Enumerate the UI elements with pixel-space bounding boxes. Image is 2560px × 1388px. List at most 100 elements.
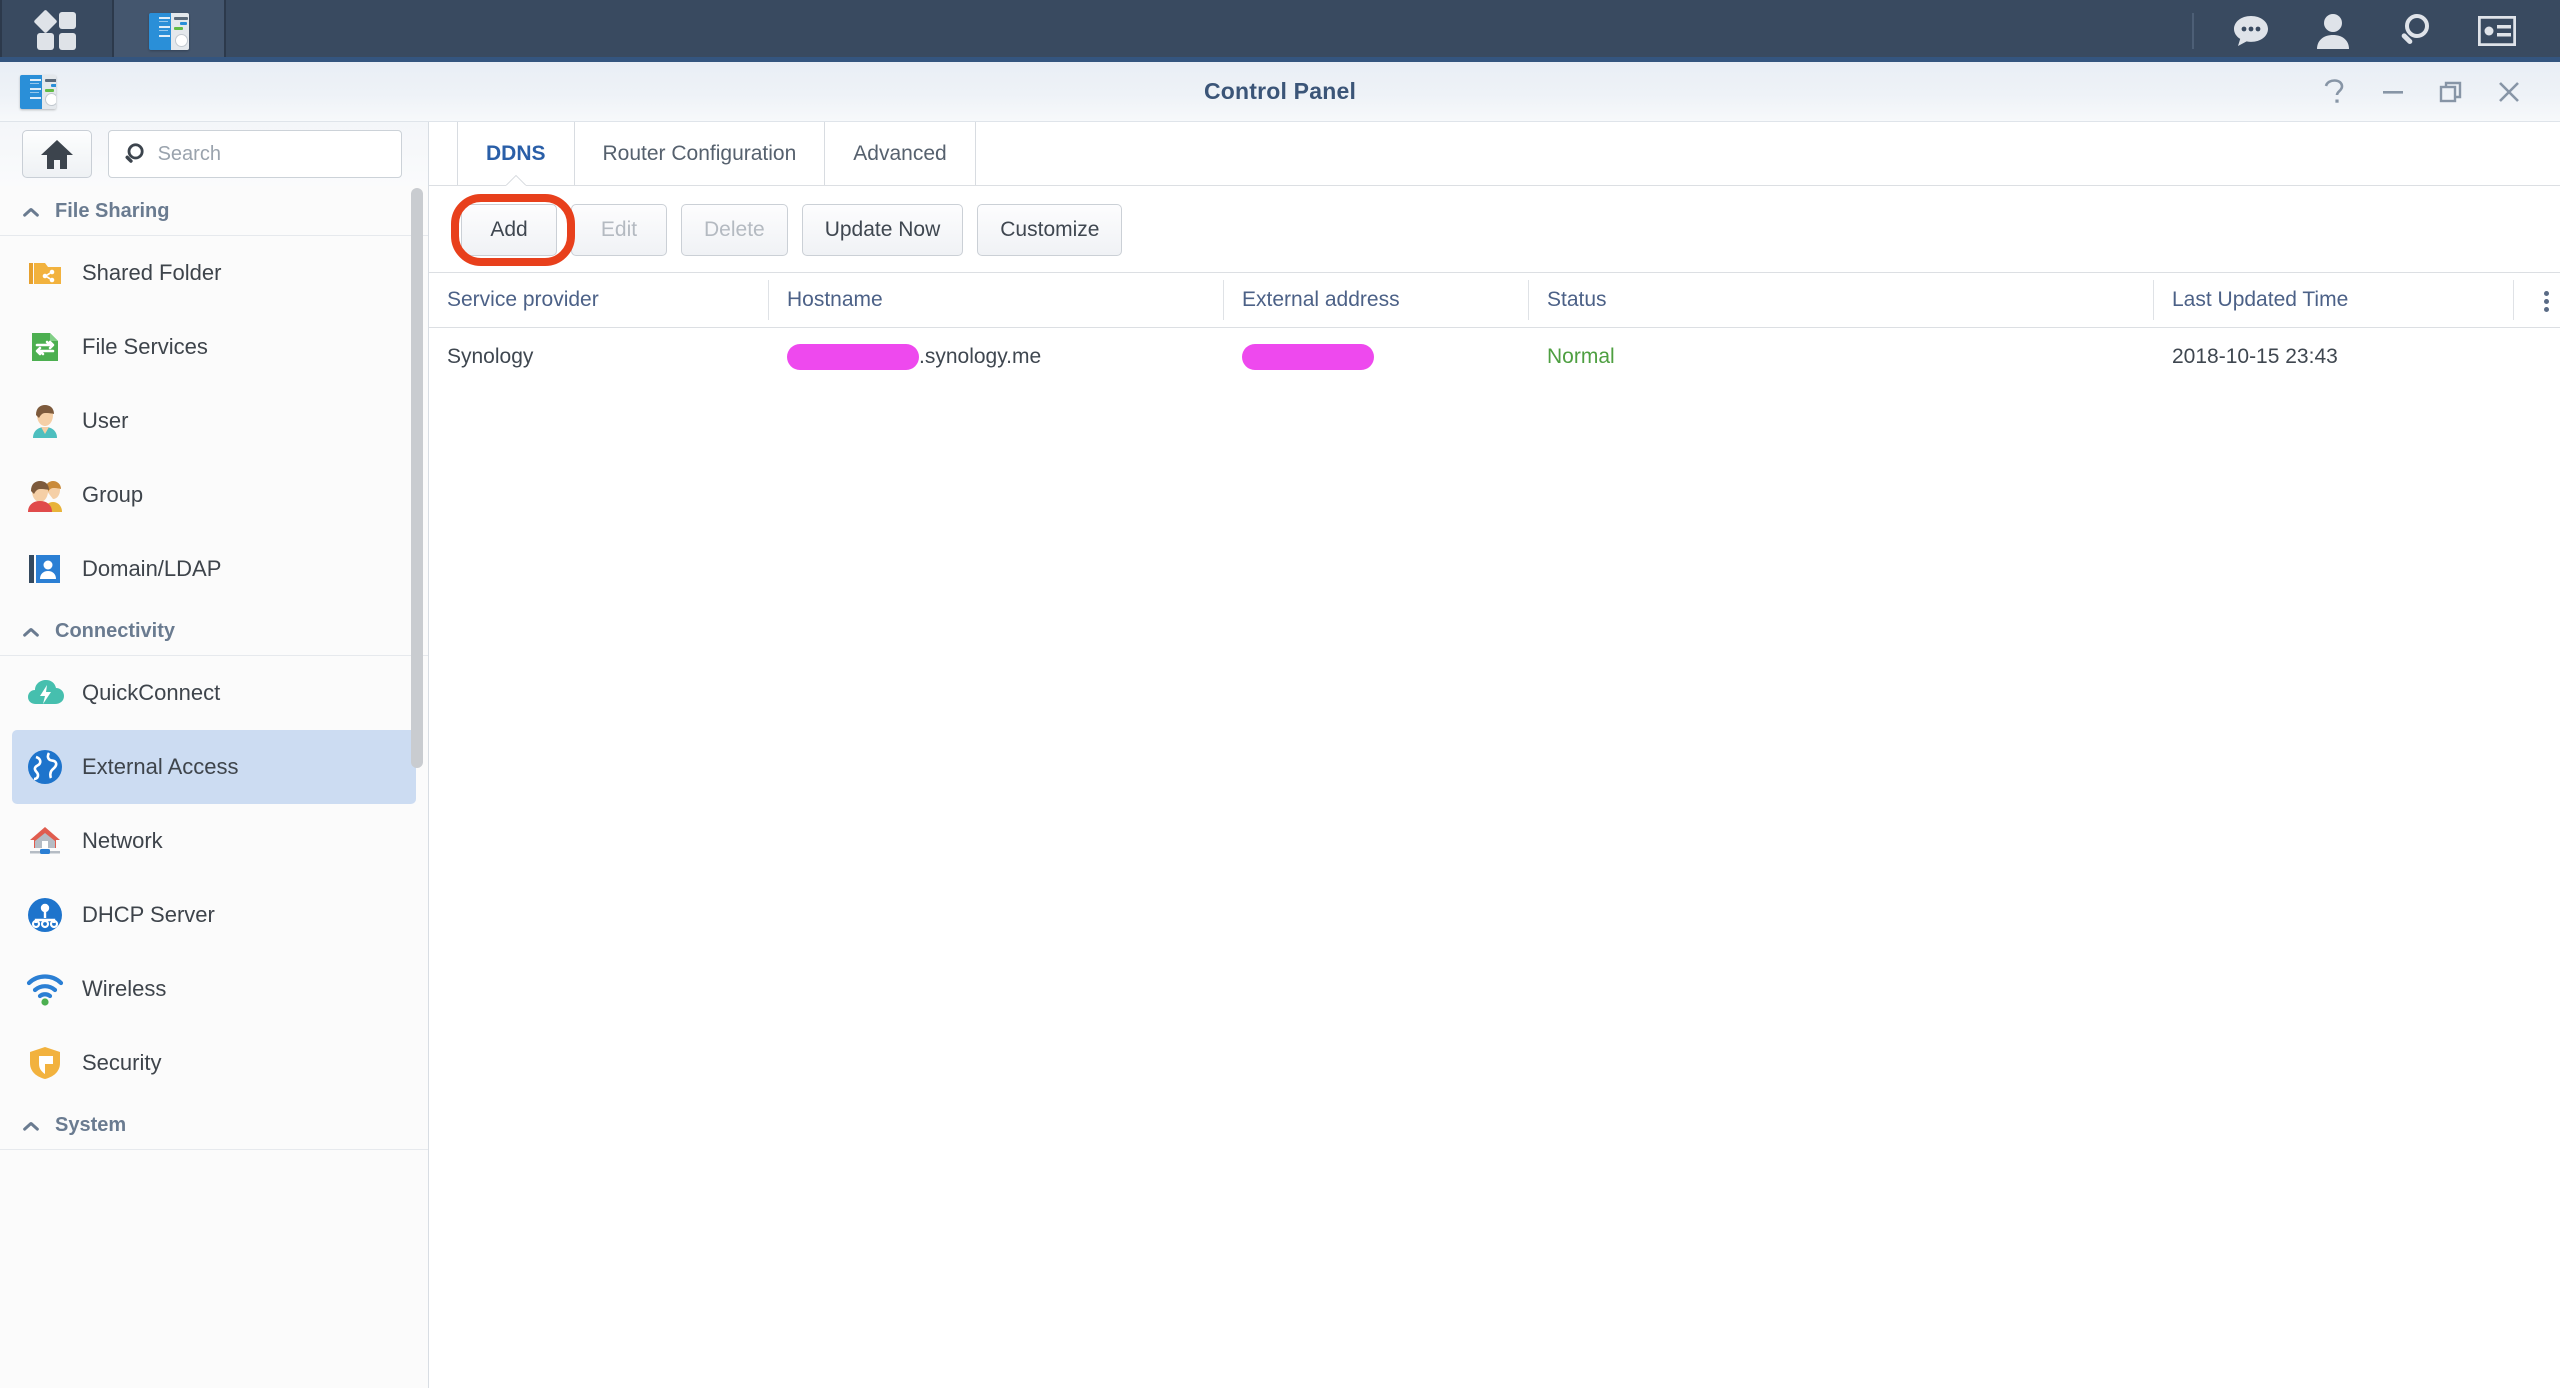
close-button[interactable] [2480,64,2538,120]
sidebar-item-file-services[interactable]: File Services [12,310,416,384]
notifications-icon[interactable] [2210,0,2292,62]
sidebar-item-label: External Access [82,754,239,779]
ddns-table: Service provider Hostname External addre… [429,272,2560,386]
sidebar-item-label: Shared Folder [82,260,222,285]
column-header-external-address[interactable]: External address [1224,280,1529,320]
group-icon [26,476,64,514]
file-services-icon [26,328,64,366]
domain-ldap-icon [26,550,64,588]
search-box[interactable] [108,130,402,178]
sidebar-header [0,122,428,186]
dhcp-server-icon [26,896,64,934]
hostname-suffix: .synology.me [919,345,1042,368]
tab-ddns[interactable]: DDNS [457,122,575,185]
column-header-last-updated-time[interactable]: Last Updated Time [2154,280,2514,320]
external-access-icon [26,748,64,786]
sidebar-item-label: Domain/LDAP [82,556,222,581]
delete-button[interactable]: Delete [681,204,788,256]
shared-folder-icon [26,254,64,292]
search-icon [125,143,144,163]
user-icon [26,402,64,440]
chevron-up-icon [22,207,39,217]
row-spacer [2514,328,2560,386]
column-header-hostname[interactable]: Hostname [769,280,1224,320]
sidebar-item-label: Network [82,828,163,853]
home-icon [41,140,73,169]
column-header-service-provider[interactable]: Service provider [429,280,769,320]
table-row[interactable]: Synology .synology.me Normal 2018-10-15 … [429,328,2560,386]
tray-divider [2192,13,2194,49]
cell-hostname: .synology.me [769,328,1224,386]
sidebar-section-connectivity[interactable]: Connectivity [0,606,428,656]
window-body: File Sharing Shared Folder [0,122,2560,1388]
wireless-icon [26,970,64,1008]
tab-advanced[interactable]: Advanced [825,122,976,185]
user-account-icon[interactable] [2292,0,2374,62]
sidebar-item-shared-folder[interactable]: Shared Folder [12,236,416,310]
sidebar-item-label: Wireless [82,976,167,1001]
cell-external-address [1224,328,1529,386]
sidebar-item-dhcp-server[interactable]: DHCP Server [12,878,416,952]
sidebar-item-network[interactable]: Network [12,804,416,878]
sidebar-item-wireless[interactable]: Wireless [12,952,416,1026]
sidebar-item-security[interactable]: Security [12,1026,416,1100]
minimize-button[interactable] [2364,64,2422,120]
tab-router-configuration[interactable]: Router Configuration [575,122,826,185]
window-controls [2306,64,2538,120]
add-button[interactable]: Add [461,204,557,256]
tab-label: Advanced [853,141,947,165]
sidebar-item-group[interactable]: Group [12,458,416,532]
control-panel-icon [149,12,189,50]
sidebar-section-label: File Sharing [55,200,170,222]
sidebar-scroll-area: File Sharing Shared Folder File Services… [0,186,428,1388]
tab-label: Router Configuration [602,141,797,165]
cell-service-provider: Synology [447,345,534,368]
sidebar-item-domain-ldap[interactable]: Domain/LDAP [12,532,416,606]
taskbar [0,0,2560,62]
hostname-redaction [787,344,919,370]
search-icon[interactable] [2374,0,2456,62]
status-badge: Normal [1547,345,1615,368]
chevron-up-icon [22,1121,39,1131]
external-address-redaction [1242,344,1374,370]
quickconnect-icon [26,674,64,712]
sidebar-section-file-sharing[interactable]: File Sharing [0,186,428,236]
home-button[interactable] [22,130,92,178]
sidebar-item-label: QuickConnect [82,680,221,705]
cell-last-updated-time: 2018-10-15 23:43 [2172,345,2338,368]
restore-button[interactable] [2422,64,2480,120]
page-title: Control Panel [1203,78,1357,104]
chevron-up-icon [22,627,39,637]
help-button[interactable] [2306,64,2364,120]
sidebar-item-external-access[interactable]: External Access [12,730,416,804]
sidebar-item-user[interactable]: User [12,384,416,458]
network-icon [26,822,64,860]
update-now-button[interactable]: Update Now [801,204,964,256]
column-header-status[interactable]: Status [1529,280,2154,320]
control-panel-window: Control Panel Search File Sharing Shared… [0,62,2560,1388]
window-title-bar[interactable]: Control Panel [0,62,2560,122]
taskbar-app-control-panel[interactable] [114,0,224,62]
sidebar-section-label: System [55,1114,127,1136]
table-header-row: Service provider Hostname External addre… [429,272,2560,328]
tab-label: DDNS [486,141,546,165]
main-content: DDNS Router Configuration Advanced Add E… [429,122,2560,1388]
app-grid-icon [33,9,77,51]
app-menu-button[interactable] [2,0,112,62]
sidebar-section-system[interactable]: System [0,1100,428,1150]
sidebar-scrollbar[interactable] [411,188,423,768]
security-icon [26,1044,64,1082]
customize-button[interactable]: Customize [977,204,1123,256]
sidebar-item-label: DHCP Server [82,902,215,927]
sidebar-item-quickconnect[interactable]: QuickConnect [12,656,416,730]
sidebar-item-label: Security [82,1050,162,1075]
kebab-menu-icon[interactable] [2514,280,2560,320]
sidebar-item-label: User [82,408,129,433]
widgets-icon[interactable] [2456,0,2538,62]
search-input[interactable] [157,142,387,166]
taskbar-tray [2192,0,2560,62]
sidebar-section-label: Connectivity [55,620,176,642]
edit-button[interactable]: Edit [571,204,667,256]
taskbar-spacer [226,0,2192,62]
sidebar-item-label: Group [82,482,144,507]
